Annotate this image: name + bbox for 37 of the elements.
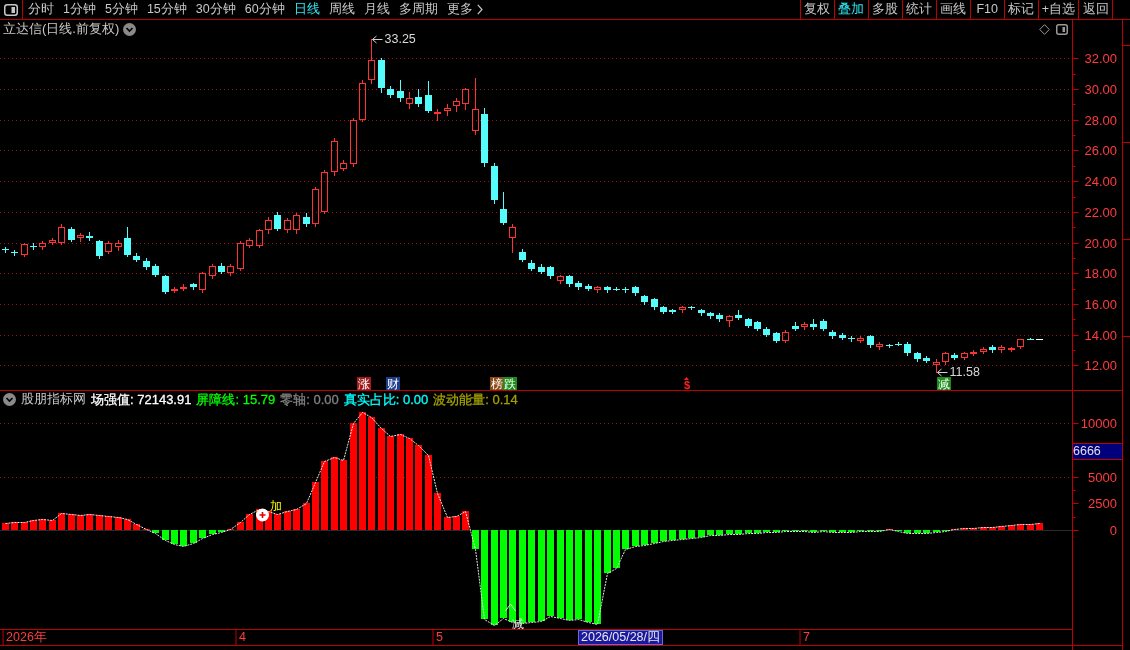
signal-tag: 榜	[490, 377, 504, 391]
axis-label: 2500	[1088, 496, 1117, 511]
axis-label: 0	[1109, 523, 1117, 538]
indicator-readout: 波动能量: 0.14	[433, 392, 518, 407]
date-label: 4	[235, 630, 246, 645]
axis-label: 22.00	[1084, 205, 1117, 220]
axis-label: 5000	[1088, 470, 1117, 485]
price-label: 11.58	[949, 365, 980, 379]
signal-tag: 跌	[503, 377, 517, 391]
signal-tag: 财	[386, 377, 400, 391]
price-label: 33.25	[384, 32, 416, 46]
date-label: 5	[432, 630, 443, 645]
indicator-readout: 零轴: 0.00	[280, 392, 339, 407]
axis-label: 12.00	[1084, 358, 1117, 373]
axis-label: 28.00	[1084, 113, 1117, 128]
cursor-value-label: 6666	[1073, 443, 1122, 460]
indicator-readout: 屏障线: 15.79	[196, 392, 276, 407]
axis-label: 24.00	[1084, 174, 1117, 189]
indicator-title: 股朋指标网	[21, 392, 86, 407]
axis-label: 14.00	[1084, 328, 1117, 343]
indicator-readout: 场强值: 72143.91	[91, 392, 192, 407]
axis-label: 26.00	[1084, 143, 1117, 158]
axis-label: 20.00	[1084, 236, 1117, 251]
signal-mark: $	[683, 380, 692, 391]
cursor-date-label: 2026/05/28/四	[578, 630, 664, 645]
signal-tag: 涨	[357, 377, 371, 391]
axis-label: 30.00	[1084, 82, 1117, 97]
chart-title: 立达信(日线.前复权)	[3, 21, 120, 37]
signal-tag: 减	[937, 377, 951, 391]
axis-label: 10000	[1080, 416, 1117, 431]
date-label: 2026年	[2, 630, 47, 645]
axis-label: 32.00	[1084, 51, 1117, 66]
signal-label: 加	[269, 499, 282, 513]
axis-label: 18.00	[1084, 266, 1117, 281]
axis-label: 16.00	[1084, 297, 1117, 312]
indicator-readout: 真实占比: 0.00	[343, 392, 429, 407]
date-label: 7	[799, 630, 810, 645]
